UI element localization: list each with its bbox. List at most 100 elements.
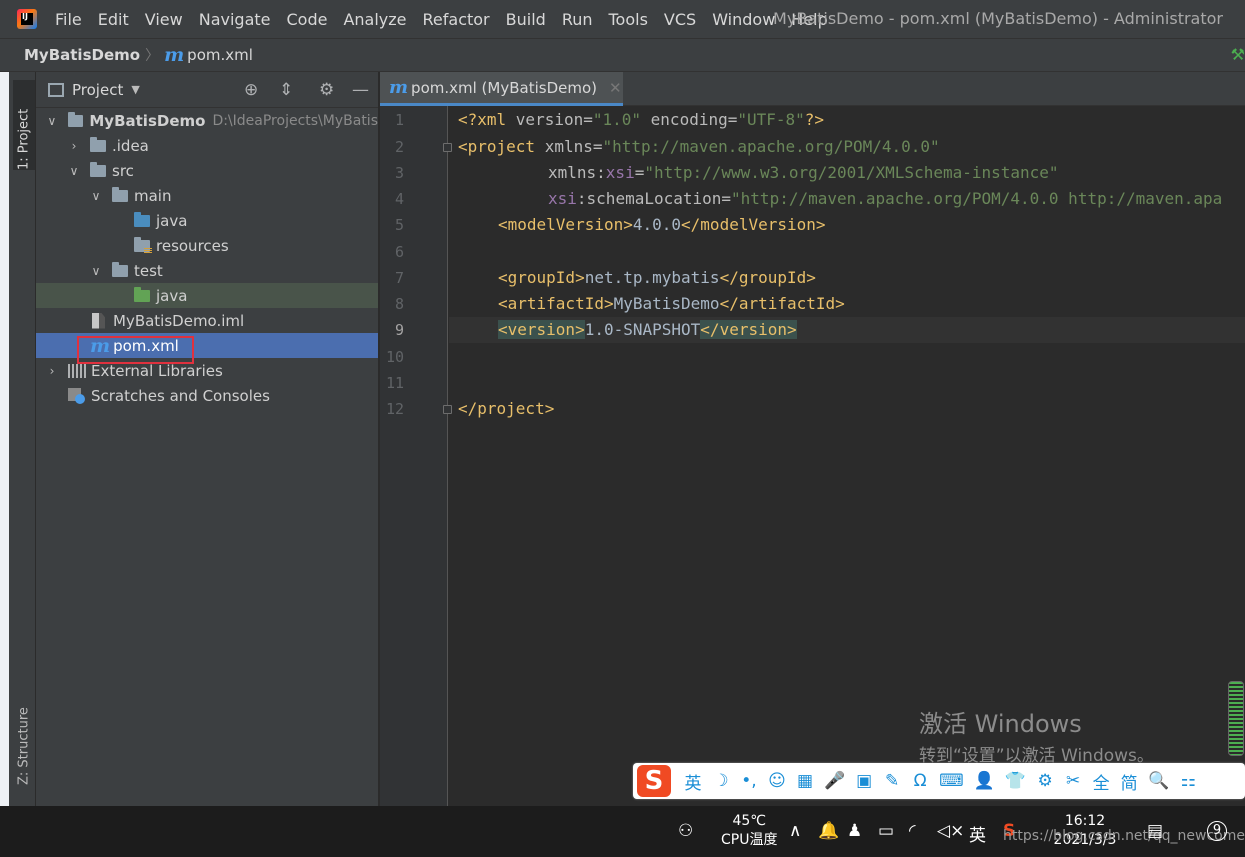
menu-file[interactable]: File: [55, 10, 82, 29]
tree-item-test[interactable]: ∨ test: [36, 258, 378, 283]
ime-fullwidth-button[interactable]: 全: [1092, 769, 1110, 794]
menu-build[interactable]: Build: [506, 10, 546, 29]
tree-item-resources[interactable]: resources: [36, 233, 378, 258]
menu-code[interactable]: Code: [287, 10, 328, 29]
breadcrumb-project[interactable]: MyBatisDemo: [24, 46, 140, 64]
cpu-temperature-widget[interactable]: 45℃ CPU温度: [721, 812, 777, 850]
close-icon[interactable]: ✕: [609, 79, 622, 97]
tool-tab-structure[interactable]: Z: Structure: [13, 680, 35, 785]
ime-pen-icon[interactable]: ✎: [883, 771, 901, 791]
tree-item-main[interactable]: ∨ main: [36, 183, 378, 208]
scrollbar-marker-strip[interactable]: [1228, 681, 1244, 756]
ime-screenshot-icon[interactable]: ▣: [855, 771, 873, 791]
navigation-bar: MyBatisDemo 〉 m pom.xml ⚒: [0, 38, 1245, 72]
tree-item-main-java[interactable]: java: [36, 208, 378, 233]
ime-toolbar: S 英 ☽ •, ☺ ▦ 🎤 ▣ ✎ Ω ⌨ 👤 👕 ⚙ ✂ 全 简 🔍 ⚏: [633, 763, 1245, 799]
gear-icon[interactable]: ⚙: [319, 80, 334, 100]
breadcrumb-file[interactable]: pom.xml: [187, 46, 253, 64]
chevron-up-icon[interactable]: ∧: [789, 821, 801, 841]
resources-folder-icon: [134, 236, 152, 254]
tree-item-pom[interactable]: m pom.xml: [36, 333, 378, 364]
ime-grid-icon[interactable]: ⚏: [1179, 771, 1197, 791]
ime-scissors-icon[interactable]: ✂: [1064, 771, 1082, 791]
line-number: 2: [394, 138, 404, 156]
tree-item-external-libraries[interactable]: › External Libraries: [36, 358, 378, 383]
ime-microphone-icon[interactable]: 🎤: [824, 771, 845, 791]
tree-item-iml[interactable]: MyBatisDemo.iml: [36, 308, 378, 333]
menu-vcs[interactable]: VCS: [664, 10, 696, 29]
tree-item-src[interactable]: ∨ src: [36, 158, 378, 183]
project-panel-title[interactable]: Project: [72, 81, 123, 99]
ime-keyboard-icon[interactable]: ⌨: [939, 771, 964, 791]
menu-analyze[interactable]: Analyze: [343, 10, 406, 29]
editor-tab-label: pom.xml (MyBatisDemo): [411, 78, 597, 97]
cpu-temperature-label: CPU温度: [721, 832, 778, 848]
chevron-down-icon[interactable]: ▼: [131, 83, 139, 96]
hide-panel-icon[interactable]: —: [352, 80, 369, 100]
namespace-prefix: xsi: [605, 163, 635, 182]
attr-equals: =: [634, 163, 645, 182]
menu-tools[interactable]: Tools: [609, 10, 648, 29]
window-title: MyBatisDemo - pom.xml (MyBatisDemo) - Ad…: [773, 9, 1223, 28]
collapse-all-icon[interactable]: ⇕: [279, 80, 293, 100]
menu-edit[interactable]: Edit: [98, 10, 129, 29]
fold-marker-icon[interactable]: [443, 405, 452, 414]
module-folder-icon: [67, 111, 84, 127]
ime-toolbox-icon[interactable]: ⚙: [1036, 771, 1054, 791]
tree-item-project-root[interactable]: ∨ MyBatisDemo D:\IdeaProjects\MyBatis: [36, 108, 378, 133]
ime-omega-icon[interactable]: Ω: [911, 771, 929, 791]
ime-emoji-icon[interactable]: ☺: [768, 771, 786, 791]
wifi-icon[interactable]: ◜: [909, 821, 916, 841]
menu-refactor[interactable]: Refactor: [423, 10, 490, 29]
ime-user-icon[interactable]: 👤: [974, 771, 995, 791]
people-icon[interactable]: ⚇: [678, 821, 693, 841]
battery-icon[interactable]: ▭: [878, 821, 894, 841]
code-line-8: <artifactId>MyBatisDemo</artifactId>: [498, 294, 845, 313]
menu-view[interactable]: View: [145, 10, 183, 29]
fold-marker-icon[interactable]: [443, 143, 452, 152]
menu-run[interactable]: Run: [562, 10, 593, 29]
tree-item-test-java[interactable]: java: [36, 283, 378, 308]
chevron-right-icon[interactable]: ›: [68, 139, 80, 153]
locate-target-icon[interactable]: ⊕: [244, 80, 258, 100]
attr-value: "http://maven.apache.org/POM/4.0.0": [602, 137, 940, 156]
menu-navigate[interactable]: Navigate: [199, 10, 271, 29]
tool-tab-project[interactable]: 1: Project: [13, 80, 35, 170]
tree-item-label: test: [134, 261, 163, 280]
input-language-indicator[interactable]: 英: [969, 821, 986, 846]
chevron-down-icon[interactable]: ∨: [68, 164, 80, 178]
project-panel-header: Project ▼ ⊕ ⇕ ⚙ —: [36, 72, 378, 108]
tree-item-scratches[interactable]: Scratches and Consoles: [36, 383, 378, 408]
ime-skin-icon[interactable]: 👕: [1005, 771, 1026, 791]
code-line-7: <groupId>net.tp.mybatis</groupId>: [498, 268, 816, 287]
chevron-down-icon[interactable]: ∨: [90, 189, 102, 203]
watermark-title: 激活 Windows: [919, 710, 1082, 738]
sogou-logo-icon[interactable]: S: [637, 765, 671, 797]
code-line-1: <?xml version="1.0" encoding="UTF-8"?>: [458, 110, 824, 129]
ime-card-icon[interactable]: ▦: [796, 771, 814, 791]
menu-window[interactable]: Window: [712, 10, 775, 29]
ime-moon-icon[interactable]: ☽: [712, 771, 730, 791]
ime-punctuation-icon[interactable]: •,: [740, 771, 758, 791]
scratch-icon: [68, 387, 86, 405]
action-center-icon[interactable]: ▤: [1147, 821, 1163, 841]
editor-tab-pom[interactable]: m pom.xml (MyBatisDemo) ✕: [380, 72, 623, 106]
line-number-active: 9: [394, 321, 404, 339]
bell-icon[interactable]: 🔔: [818, 821, 839, 841]
tree-item-idea[interactable]: › .idea: [36, 133, 378, 158]
editor-tab-bar: m pom.xml (MyBatisDemo) ✕: [380, 72, 1245, 106]
chevron-down-icon[interactable]: ∨: [90, 264, 102, 278]
notification-count-badge[interactable]: 9: [1207, 821, 1227, 841]
speaker-muted-icon[interactable]: ◁×: [937, 821, 964, 841]
ime-simplified-button[interactable]: 简: [1120, 769, 1138, 794]
ime-search-icon[interactable]: 🔍: [1148, 771, 1169, 791]
chevron-right-icon[interactable]: ›: [46, 364, 58, 378]
project-window-icon: [48, 82, 64, 97]
build-hammer-icon[interactable]: ⚒: [1231, 45, 1245, 64]
test-folder-icon: [134, 286, 150, 302]
code-editor[interactable]: 1 2 3 4 5 6 7 8 9 10 11 12 <?xml version…: [380, 106, 1245, 806]
chevron-down-icon[interactable]: ∨: [46, 114, 58, 128]
namespace-prefix: xsi: [548, 189, 577, 208]
ime-language-button[interactable]: 英: [684, 769, 702, 794]
qq-icon[interactable]: ♟: [847, 821, 862, 841]
